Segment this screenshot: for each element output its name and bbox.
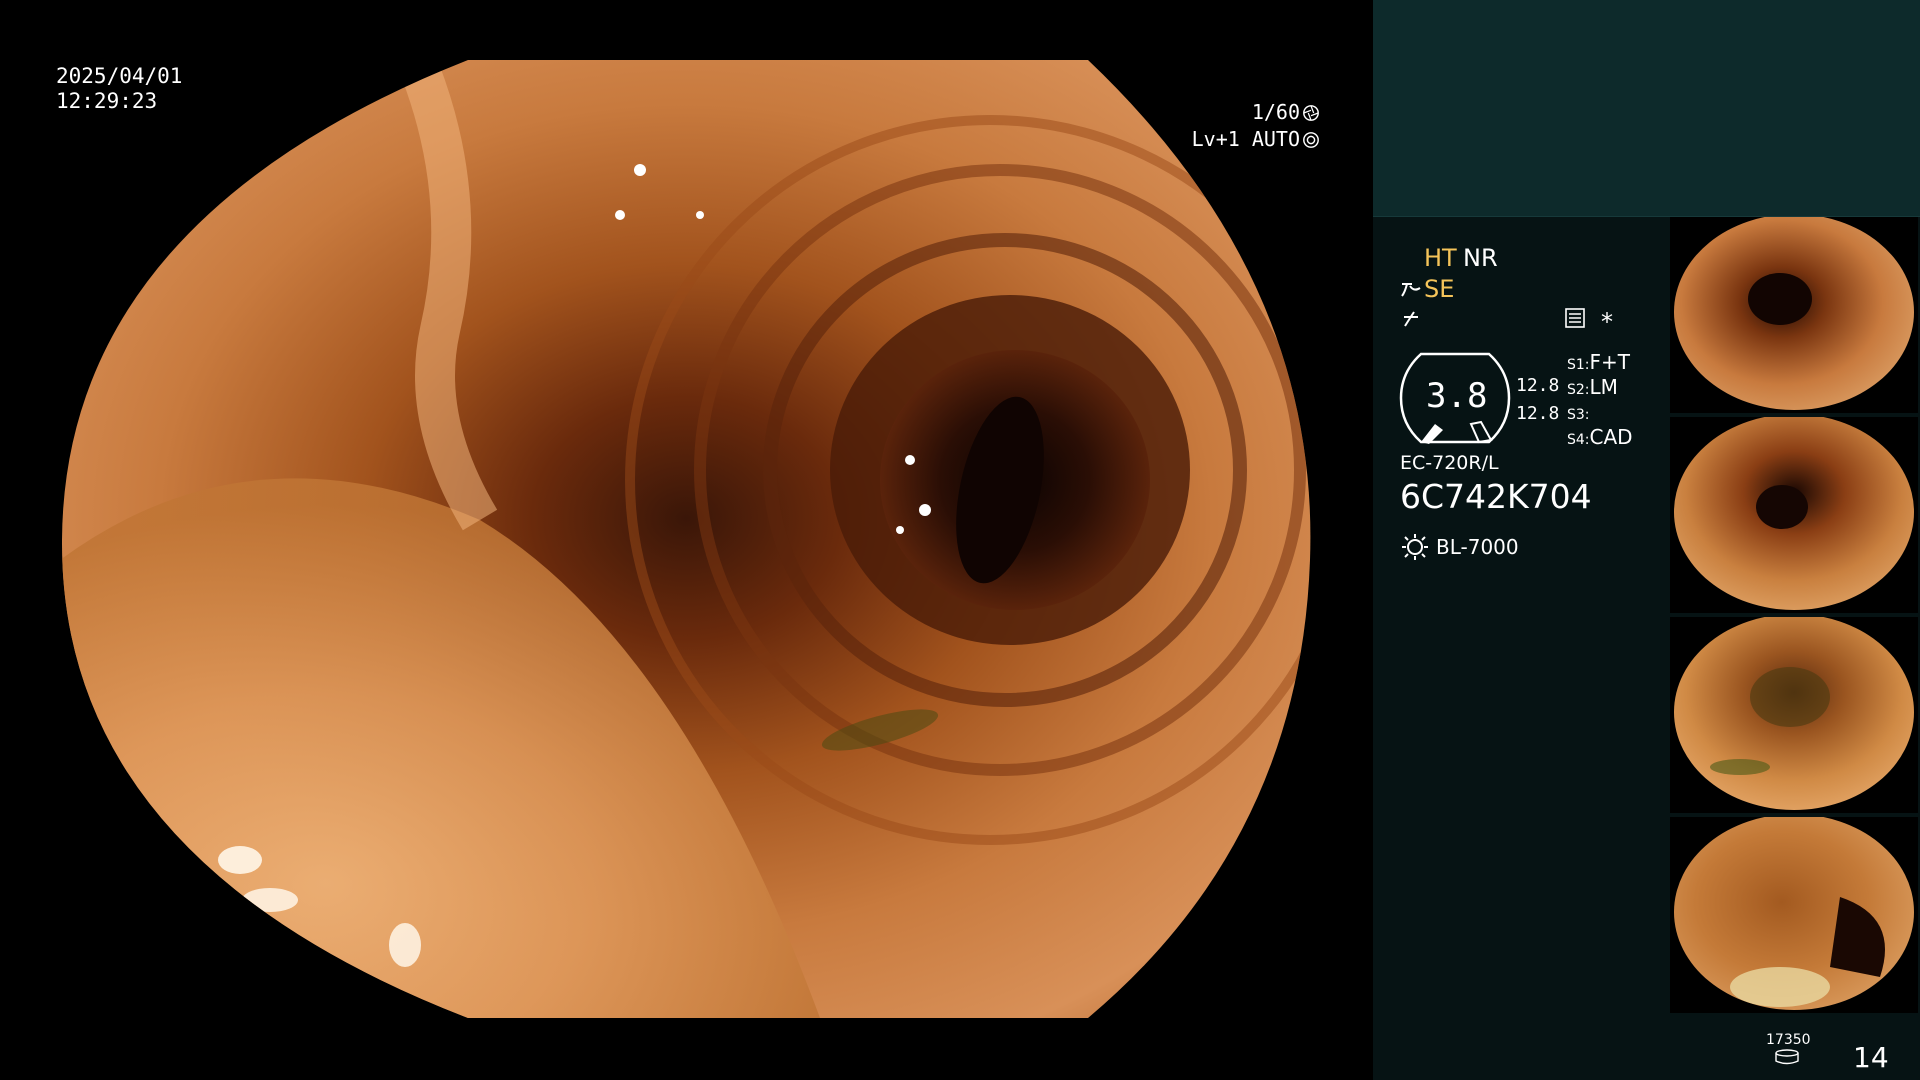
nr-indicator: NR (1463, 244, 1498, 272)
settings-list-icon (1565, 308, 1585, 328)
endoscope-live-view: 2025/04/01 12:29:23 1/60 Lv+1 AUTO (0, 0, 1372, 1080)
thumbnail[interactable] (1670, 217, 1918, 413)
thumbnail-image (1674, 817, 1914, 1010)
shutter-speed: 1/60 (1251, 100, 1300, 124)
thumbnail[interactable] (1670, 417, 1918, 613)
switch-s4: S4:CAD (1567, 425, 1633, 449)
s3-label: S3 (1567, 407, 1585, 423)
asterisk-indicator: * (1601, 308, 1613, 336)
ht-indicator: HT (1424, 244, 1457, 272)
value-b: 12.8 (1516, 403, 1560, 424)
s1-value: F+T (1589, 350, 1630, 374)
s2-label: S2 (1567, 382, 1585, 398)
light-source: BL-7000 (1436, 535, 1519, 559)
light-source-icon (1402, 534, 1428, 560)
exam-time: 12:29:23 (56, 89, 158, 113)
value-a: 12.8 (1516, 375, 1560, 396)
s2-value: LM (1589, 375, 1618, 399)
s4-label: S4 (1567, 432, 1585, 448)
patient-info-area (1373, 0, 1920, 216)
thumbnail[interactable] (1670, 617, 1918, 813)
iris-readout: Lv+1 AUTO (1192, 127, 1320, 151)
scope-serial: 6C742K704 (1400, 477, 1592, 516)
s1-label: S1 (1567, 357, 1585, 373)
aperture-icon (1303, 105, 1319, 121)
iris-icon (1303, 132, 1319, 148)
thumbnail[interactable] (1670, 817, 1918, 1013)
freeze-icon (1404, 311, 1418, 327)
s4-value: CAD (1589, 425, 1633, 449)
structure-enhance-icon (1401, 283, 1421, 297)
scope-model: EC-720R/L (1400, 452, 1499, 474)
se-indicator: SE (1424, 275, 1455, 303)
exposure-level: Lv+1 (1191, 127, 1240, 151)
storage-count: 17350 (1766, 1032, 1811, 1048)
iris-mode: AUTO (1251, 127, 1300, 151)
thumbnail-image (1674, 617, 1914, 810)
thumbnail-image (1674, 217, 1914, 410)
exam-date: 2025/04/01 (56, 64, 183, 88)
endoscope-image (61, 60, 1311, 1018)
shutter-readout: 1/60 (1252, 100, 1320, 124)
thumbnail-image (1674, 417, 1914, 610)
storage-icon (1775, 1049, 1799, 1065)
zoom-value: 3.8 (1426, 376, 1488, 416)
image-count: 14 (1853, 1041, 1889, 1074)
